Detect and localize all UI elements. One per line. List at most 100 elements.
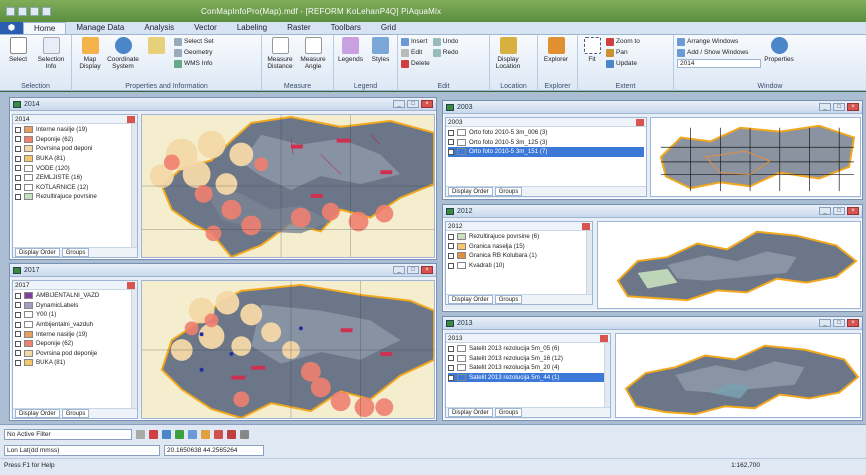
display-order-tab[interactable]: Display Order bbox=[15, 409, 60, 418]
layer-row[interactable]: Granica RB Kolubara (1) bbox=[448, 251, 590, 261]
layer-visibility-checkbox[interactable] bbox=[448, 355, 454, 362]
delete-icon[interactable] bbox=[149, 429, 158, 439]
map-view[interactable] bbox=[615, 333, 861, 418]
map-window-2013[interactable]: 2013 _ □ × 2013 Satelit 2013 rezolucija 5m… bbox=[442, 316, 863, 421]
close-icon[interactable] bbox=[600, 334, 608, 342]
layer-visibility-checkbox[interactable] bbox=[448, 243, 454, 250]
zoom-to-button[interactable]: Zoom to bbox=[606, 37, 640, 46]
minimize-button[interactable]: _ bbox=[819, 319, 831, 327]
maximize-button[interactable]: □ bbox=[833, 103, 845, 111]
maximize-button[interactable]: □ bbox=[407, 100, 419, 108]
layer-row[interactable]: Satelit 2013 rezolucija 5m_44 (1) bbox=[448, 372, 608, 383]
close-button[interactable]: × bbox=[847, 103, 859, 111]
layer-row[interactable]: Rezultirajuce povrsine bbox=[15, 192, 135, 202]
scrollbar[interactable] bbox=[131, 124, 137, 247]
groups-tab[interactable]: Groups bbox=[61, 409, 90, 418]
layer-row[interactable]: Satelit 2013 rezolucija 5m_16 (12) bbox=[448, 354, 608, 364]
map-window-2017[interactable]: 2017 _ □ × 2017 AMBIJENTALNI_VAZD DynamicLa… bbox=[9, 263, 437, 421]
window-titlebar[interactable]: 2014 _ □ × bbox=[10, 98, 436, 111]
minimize-button[interactable]: _ bbox=[393, 266, 405, 274]
select-icon[interactable] bbox=[201, 429, 210, 439]
grid-icon[interactable] bbox=[188, 429, 197, 439]
layer-visibility-checkbox[interactable] bbox=[448, 364, 454, 371]
maximize-button[interactable]: □ bbox=[833, 207, 845, 215]
layer-row[interactable]: Deponije (62) bbox=[15, 135, 135, 145]
map-view[interactable] bbox=[597, 221, 861, 309]
groups-tab[interactable]: Groups bbox=[494, 295, 523, 304]
map-window-2003[interactable]: 2003 _ □ × 2003 Orto foto 2010-5 3m_006 (3… bbox=[442, 100, 863, 200]
layer-properties-button[interactable] bbox=[141, 37, 171, 56]
layer-visibility-checkbox[interactable] bbox=[15, 321, 21, 328]
tab-raster[interactable]: Raster bbox=[277, 22, 321, 34]
measure-distance-button[interactable]: Measure Distance bbox=[265, 37, 295, 70]
layer-row[interactable]: DynamicLabels bbox=[15, 301, 135, 311]
window-select[interactable]: 2014 bbox=[677, 59, 761, 68]
layer-row[interactable]: Satelit 2013 rezolucija 5m_20 (4) bbox=[448, 363, 608, 373]
scrollbar[interactable] bbox=[131, 290, 137, 408]
window-titlebar[interactable]: 2003 _ □ × bbox=[443, 101, 862, 114]
layer-visibility-checkbox[interactable] bbox=[15, 359, 21, 366]
layer-row[interactable]: Interne nasilje (19) bbox=[15, 329, 135, 339]
layer-visibility-checkbox[interactable] bbox=[448, 345, 454, 352]
pan-button[interactable]: Pan bbox=[606, 48, 640, 57]
display-order-tab[interactable]: Display Order bbox=[15, 248, 60, 257]
minimize-button[interactable]: _ bbox=[393, 100, 405, 108]
layer-visibility-checkbox[interactable] bbox=[448, 262, 454, 269]
layer-row[interactable]: Kvadrati (10) bbox=[448, 261, 590, 271]
window-titlebar[interactable]: 2012 _ □ × bbox=[443, 205, 862, 218]
layer-visibility-checkbox[interactable] bbox=[15, 292, 21, 299]
styles-button[interactable]: Styles bbox=[367, 37, 394, 63]
close-button[interactable]: × bbox=[847, 207, 859, 215]
legends-button[interactable]: Legends bbox=[337, 37, 364, 63]
tab-vector[interactable]: Vector bbox=[184, 22, 227, 34]
layer-visibility-checkbox[interactable] bbox=[15, 302, 21, 309]
map-view[interactable] bbox=[650, 117, 861, 197]
delete-button[interactable]: Delete bbox=[401, 59, 430, 68]
layer-row[interactable]: Povrsina pod deponi bbox=[15, 144, 135, 154]
undo-button[interactable]: Undo bbox=[432, 37, 458, 46]
window-titlebar[interactable]: 2013 _ □ × bbox=[443, 317, 862, 330]
layer-row[interactable]: Rezultirajuce povrsine (6) bbox=[448, 232, 590, 242]
undo-icon[interactable] bbox=[30, 6, 39, 16]
minimize-button[interactable]: _ bbox=[819, 103, 831, 111]
layer-visibility-checkbox[interactable] bbox=[15, 165, 21, 172]
layer-row[interactable]: BUKA (81) bbox=[15, 154, 135, 164]
arrange-windows-button[interactable]: Arrange Windows bbox=[677, 37, 761, 46]
maximize-button[interactable]: □ bbox=[833, 319, 845, 327]
groups-tab[interactable]: Groups bbox=[61, 248, 90, 257]
layer-row[interactable]: VODE (120) bbox=[15, 163, 135, 173]
layer-visibility-checkbox[interactable] bbox=[15, 350, 21, 357]
layer-row[interactable]: Deponije (62) bbox=[15, 339, 135, 349]
layer-visibility-checkbox[interactable] bbox=[15, 340, 21, 347]
layer-row[interactable]: BUKA (81) bbox=[15, 358, 135, 368]
coordinate-system-select[interactable]: Lon Lat(dd mmss) bbox=[4, 444, 160, 456]
layer-row[interactable]: Orto foto 2010-5 3m_125 (3) bbox=[448, 138, 644, 148]
layer-visibility-checkbox[interactable] bbox=[15, 126, 21, 133]
tab-toolbars[interactable]: Toolbars bbox=[321, 22, 371, 34]
layer-visibility-checkbox[interactable] bbox=[15, 145, 21, 152]
layer-visibility-checkbox[interactable] bbox=[448, 233, 454, 240]
active-filter-field[interactable]: No Active Filter bbox=[4, 428, 132, 440]
layer-row[interactable]: AMBIJENTALNI_VAZD bbox=[15, 291, 135, 301]
display-order-tab[interactable]: Display Order bbox=[448, 295, 493, 304]
edit-button[interactable]: Edit bbox=[401, 48, 430, 57]
geometry-button[interactable]: Geometry bbox=[174, 48, 214, 57]
layer-visibility-checkbox[interactable] bbox=[15, 174, 21, 181]
coordinates-field[interactable]: 20.1650638 44.2565264 bbox=[164, 444, 264, 456]
add-show-windows-button[interactable]: Add / Show Windows bbox=[677, 48, 761, 57]
minimize-button[interactable]: _ bbox=[819, 207, 831, 215]
display-order-tab[interactable]: Display Order bbox=[448, 187, 493, 196]
layer-row[interactable]: Y00 (1) bbox=[15, 310, 135, 320]
measure-angle-button[interactable]: Measure Angle bbox=[298, 37, 328, 70]
save-icon[interactable] bbox=[6, 6, 15, 16]
insert-button[interactable]: Insert bbox=[401, 37, 430, 46]
maximize-button[interactable]: □ bbox=[407, 266, 419, 274]
layer-visibility-checkbox[interactable] bbox=[448, 374, 454, 381]
map-view[interactable] bbox=[141, 114, 435, 258]
open-icon[interactable] bbox=[18, 6, 27, 16]
coordinate-system-button[interactable]: Coordinate System bbox=[107, 37, 139, 70]
marquee-icon[interactable] bbox=[214, 429, 223, 439]
redo-icon[interactable] bbox=[42, 6, 51, 16]
window-titlebar[interactable]: 2017 _ □ × bbox=[10, 264, 436, 277]
close-button[interactable]: × bbox=[421, 266, 433, 274]
